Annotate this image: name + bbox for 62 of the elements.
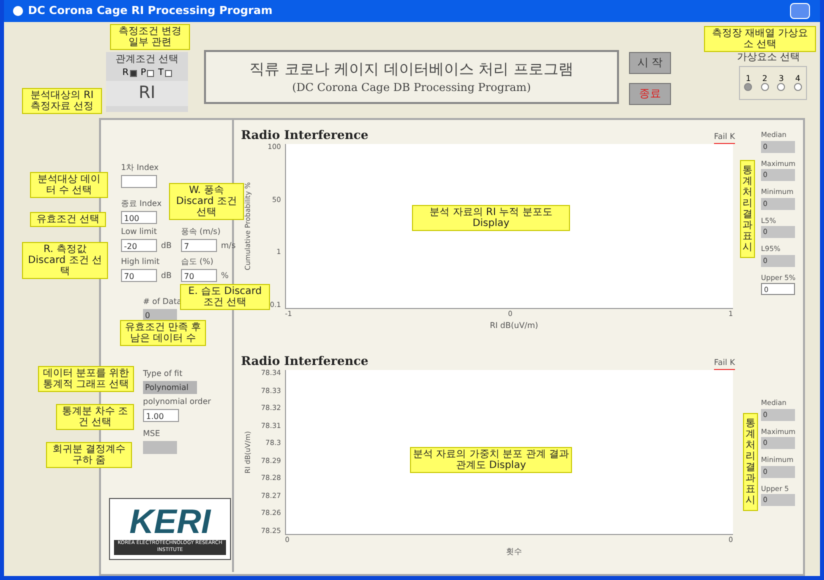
radio-option[interactable]: 3 — [777, 75, 786, 91]
annotation-note: 측정장 재배열 가상요소 선택 — [704, 26, 816, 52]
annotation-note: 통계처리 결과 표시 — [740, 160, 755, 258]
unit-label: dB — [161, 270, 172, 282]
annotation-note: 유효조건 선택 — [30, 212, 106, 227]
annotation-note: 데이터 분포를 위한 통계적 그래프 선택 — [38, 366, 134, 392]
unit-label: % — [221, 270, 229, 282]
start-button[interactable]: 시 작 — [629, 52, 671, 74]
input-field[interactable]: 7 — [181, 239, 217, 252]
field-label: 1차 Index — [121, 162, 159, 174]
logo-text: KERI — [129, 504, 211, 540]
input-field[interactable]: 70 — [121, 269, 157, 282]
unit-label: dB — [161, 240, 172, 252]
field-label: High limit — [121, 256, 161, 268]
mode-value: RI — [106, 80, 188, 106]
radio-option[interactable]: 1 — [744, 75, 752, 91]
group-label: 가상요소 선택 — [737, 51, 800, 65]
window-title: DC Corona Cage RI Processing Program — [28, 2, 272, 19]
annotation-note: 통계처리 결과 표시 — [743, 413, 758, 511]
unit-label: m/s — [221, 240, 236, 252]
input-field[interactable] — [121, 175, 157, 188]
field-label: polynomial order — [143, 396, 211, 408]
annotation-note: 통계분 차수 조건 선택 — [56, 404, 134, 430]
field-label: Type of fit — [143, 368, 184, 380]
chart-title: Radio Interference — [241, 353, 368, 370]
input-field[interactable]: -20 — [121, 239, 157, 252]
radio-box[interactable] — [164, 70, 172, 78]
field-label: MSE — [143, 428, 162, 440]
annotation-note: 분석대상의 RI 측정자료 선정 — [22, 88, 102, 114]
program-title: 직류 코로나 케이지 데이터베이스 처리 프로그램 — [250, 58, 574, 80]
input-field[interactable]: 70 — [181, 269, 217, 282]
chart-title: Radio Interference — [241, 127, 368, 144]
field-label: 풍속 (m/s) — [181, 226, 222, 238]
radio-option[interactable]: 4 — [794, 75, 802, 91]
input-field[interactable]: 100 — [121, 211, 157, 224]
annotation-note: 유효조건 만족 후 남은 데이터 수 — [120, 320, 206, 346]
annotation-note: 분석 자료의 가중치 분포 관계 결과 관계도 Display — [410, 447, 572, 473]
annotation-note: 회귀분 결정계수 구하 줌 — [46, 442, 132, 468]
annotation-note: W. 풍속 Discard 조건 선택 — [169, 183, 244, 220]
input-field[interactable]: 1.00 — [143, 409, 179, 422]
field-label: 종료 Index — [121, 198, 162, 210]
radio-option[interactable]: 2 — [760, 75, 769, 91]
dropdown[interactable]: Polynomial — [143, 381, 197, 394]
annotation-note: E. 습도 Discard 조건 선택 — [180, 284, 270, 310]
radio-box[interactable] — [130, 70, 137, 78]
axis-title: RI dB(uV/m) — [490, 320, 538, 332]
readout — [143, 441, 177, 454]
field-label: Low limit — [121, 226, 158, 238]
window-control[interactable] — [790, 3, 810, 19]
radio-option[interactable]: P — [140, 67, 154, 80]
group-label: 관계조건 선택 — [115, 53, 179, 67]
radio-option[interactable]: T — [158, 67, 172, 80]
radio-box[interactable] — [147, 70, 154, 78]
program-subtitle: (DC Corona Cage DB Processing Program) — [292, 80, 531, 96]
app-icon — [12, 5, 24, 17]
field-label: 습도 (%) — [181, 256, 214, 268]
annotation-note: R. 측정값 Discard 조건 선택 — [22, 242, 108, 279]
annotation-note: 분석 자료의 RI 누적 분포도 Display — [412, 205, 570, 231]
axis-title: 횟수 — [506, 546, 522, 558]
annotation-note: 측정조건 변경 일부 관련 — [110, 24, 190, 50]
radio-option[interactable]: R — [122, 67, 137, 80]
annotation-note: 분석대상 데이터 수 선택 — [30, 172, 108, 198]
